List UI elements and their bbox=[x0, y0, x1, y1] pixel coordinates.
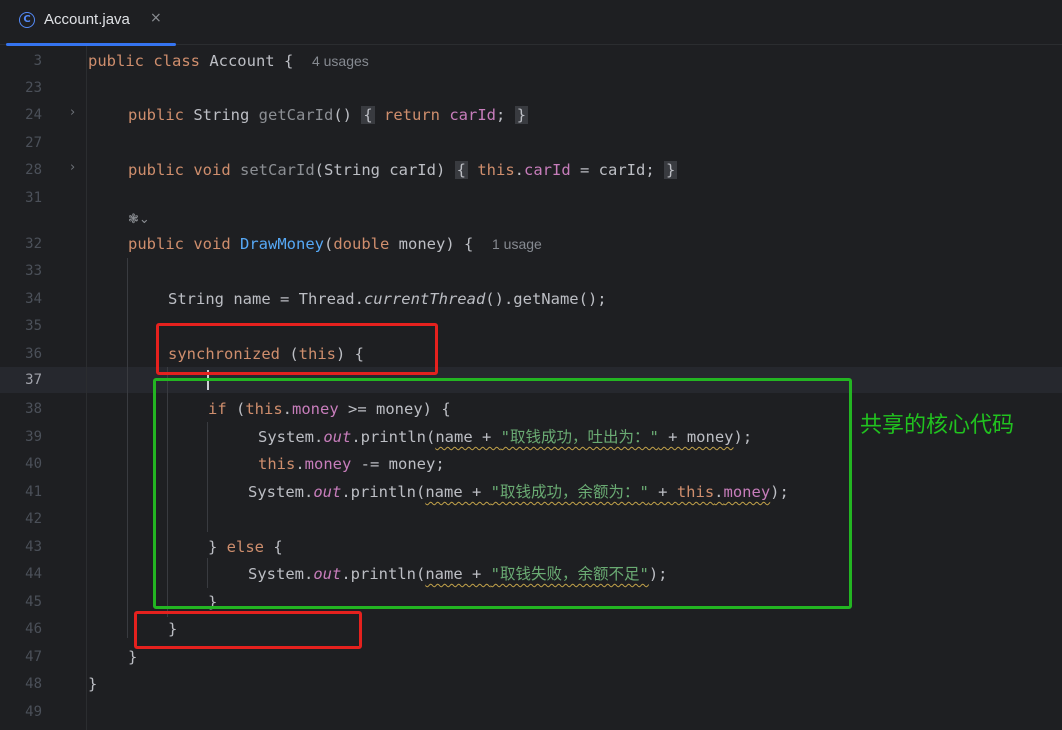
line-number: 35 bbox=[25, 318, 42, 334]
line-number: 32 bbox=[25, 236, 42, 252]
line-number: 40 bbox=[25, 456, 42, 472]
code-line: 32 public void DrawMoney(double money) {… bbox=[0, 231, 1062, 257]
editor-tab-bar: C Account.java × bbox=[0, 0, 1062, 46]
code-line: 33 bbox=[0, 258, 1062, 284]
code-text: String name = Thread.currentThread().get… bbox=[168, 290, 607, 308]
line-number: 46 bbox=[25, 621, 42, 637]
class-c-icon: C bbox=[19, 12, 35, 28]
code-text: public void setCarId(String carId) { thi… bbox=[128, 161, 678, 179]
line-number: 47 bbox=[25, 649, 42, 665]
code-text: public String getCarId() { return carId;… bbox=[128, 106, 529, 124]
line-number: 48 bbox=[25, 676, 42, 692]
code-line: 23 bbox=[0, 75, 1062, 101]
code-text: public class Account { 4 usages bbox=[88, 52, 369, 70]
code-line: 34 String name = Thread.currentThread().… bbox=[0, 286, 1062, 312]
ai-assistant-icon[interactable]: ❃⌄ bbox=[128, 212, 150, 227]
line-number: 33 bbox=[25, 263, 42, 279]
code-line: 48 } bbox=[0, 671, 1062, 697]
line-number: 24 bbox=[25, 107, 42, 123]
line-number: 34 bbox=[25, 291, 42, 307]
code-line: 27 bbox=[0, 130, 1062, 156]
fold-expand-icon[interactable]: › bbox=[70, 105, 75, 120]
line-number: 45 bbox=[25, 594, 42, 610]
line-number: 37 bbox=[25, 372, 42, 388]
line-number: 43 bbox=[25, 539, 42, 555]
line-number: 3 bbox=[33, 53, 42, 69]
line-number: 36 bbox=[25, 346, 42, 362]
code-text: public void DrawMoney(double money) { 1 … bbox=[128, 235, 542, 253]
tab-account-java[interactable]: C Account.java × bbox=[6, 0, 176, 46]
code-line: 24 › public String getCarId() { return c… bbox=[0, 102, 1062, 128]
code-line: 28 › public void setCarId(String carId) … bbox=[0, 157, 1062, 183]
code-line: 31 bbox=[0, 185, 1062, 211]
fold-expand-icon[interactable]: › bbox=[70, 160, 75, 175]
line-number: 38 bbox=[25, 401, 42, 417]
code-text: } bbox=[88, 675, 98, 693]
usages-hint[interactable]: 1 usage bbox=[492, 236, 542, 252]
line-number: 23 bbox=[25, 80, 42, 96]
usages-hint[interactable]: 4 usages bbox=[312, 53, 369, 69]
code-line: 49 bbox=[0, 699, 1062, 725]
line-number: 41 bbox=[25, 484, 42, 500]
annotation-label: 共享的核心代码 bbox=[860, 413, 1015, 438]
close-icon[interactable]: × bbox=[150, 10, 162, 26]
line-number: 42 bbox=[25, 511, 42, 527]
line-number: 27 bbox=[25, 135, 42, 151]
line-number: 49 bbox=[25, 704, 42, 720]
highlight-box-core-code bbox=[153, 378, 852, 609]
tab-label: Account.java bbox=[44, 11, 130, 28]
line-number: 31 bbox=[25, 190, 42, 206]
line-number: 44 bbox=[25, 566, 42, 582]
line-number: 28 bbox=[25, 162, 42, 178]
highlight-box-closing-brace bbox=[134, 611, 362, 649]
line-number: 39 bbox=[25, 429, 42, 445]
code-text: } bbox=[128, 648, 138, 666]
highlight-box-synchronized bbox=[156, 323, 438, 375]
code-line: 3 public class Account { 4 usages bbox=[0, 48, 1062, 74]
